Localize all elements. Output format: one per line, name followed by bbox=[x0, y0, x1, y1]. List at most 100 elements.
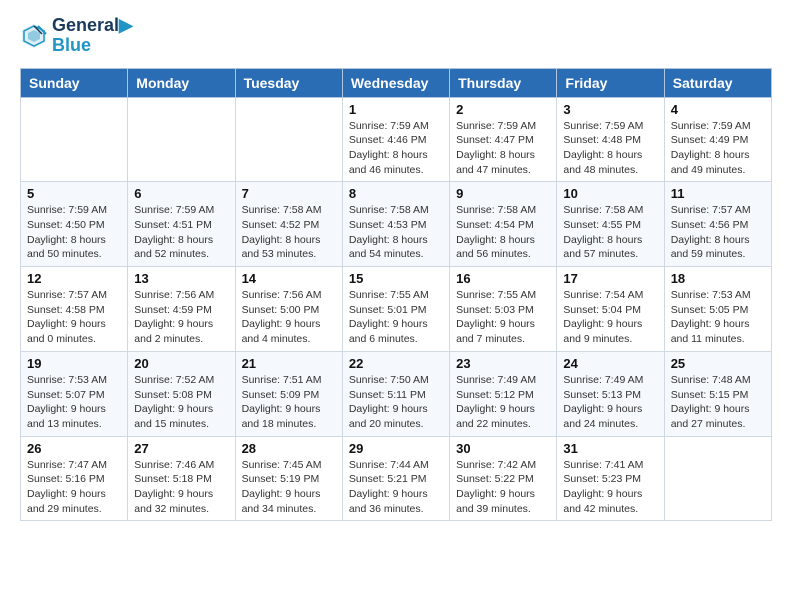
day-info: Sunrise: 7:41 AM Sunset: 5:23 PM Dayligh… bbox=[563, 458, 657, 517]
day-info: Sunrise: 7:47 AM Sunset: 5:16 PM Dayligh… bbox=[27, 458, 121, 517]
day-number: 25 bbox=[671, 356, 765, 371]
day-info: Sunrise: 7:56 AM Sunset: 5:00 PM Dayligh… bbox=[242, 288, 336, 347]
day-info: Sunrise: 7:53 AM Sunset: 5:07 PM Dayligh… bbox=[27, 373, 121, 432]
calendar-week-2: 5 Sunrise: 7:59 AM Sunset: 4:50 PM Daylig… bbox=[21, 182, 772, 267]
calendar-cell: 31 Sunrise: 7:41 AM Sunset: 5:23 PM Dayli… bbox=[557, 436, 664, 521]
weekday-header-row: SundayMondayTuesdayWednesdayThursdayFrid… bbox=[21, 68, 772, 97]
day-number: 3 bbox=[563, 102, 657, 117]
day-number: 24 bbox=[563, 356, 657, 371]
calendar-week-4: 19Sunrise: 7:53 AM Sunset: 5:07 PM Dayli… bbox=[21, 351, 772, 436]
day-number: 30 bbox=[456, 441, 550, 456]
day-info: Sunrise: 7:59 AM Sunset: 4:48 PM Dayligh… bbox=[563, 119, 657, 178]
day-number: 29 bbox=[349, 441, 443, 456]
logo-icon bbox=[20, 22, 48, 50]
day-info: Sunrise: 7:51 AM Sunset: 5:09 PM Dayligh… bbox=[242, 373, 336, 432]
day-info: Sunrise: 7:59 AM Sunset: 4:49 PM Dayligh… bbox=[671, 119, 765, 178]
calendar-cell: 12 Sunrise: 7:57 AM Sunset: 4:58 PM Dayli… bbox=[21, 267, 128, 352]
day-info: Sunrise: 7:48 AM Sunset: 5:15 PM Dayligh… bbox=[671, 373, 765, 432]
calendar-cell bbox=[128, 97, 235, 182]
calendar-week-1: 1 Sunrise: 7:59 AM Sunset: 4:46 PM Daylig… bbox=[21, 97, 772, 182]
calendar-cell: 14 Sunrise: 7:56 AM Sunset: 5:00 PM Dayli… bbox=[235, 267, 342, 352]
day-number: 6 bbox=[134, 186, 228, 201]
calendar-cell: 29 Sunrise: 7:44 AM Sunset: 5:21 PM Dayli… bbox=[342, 436, 449, 521]
calendar-cell: 18 Sunrise: 7:53 AM Sunset: 5:05 PM Dayli… bbox=[664, 267, 771, 352]
day-number: 26 bbox=[27, 441, 121, 456]
calendar-cell: 6 Sunrise: 7:59 AM Sunset: 4:51 PM Daylig… bbox=[128, 182, 235, 267]
weekday-header-tuesday: Tuesday bbox=[235, 68, 342, 97]
calendar-cell bbox=[235, 97, 342, 182]
day-number: 5 bbox=[27, 186, 121, 201]
day-info: Sunrise: 7:53 AM Sunset: 5:05 PM Dayligh… bbox=[671, 288, 765, 347]
day-number: 20 bbox=[134, 356, 228, 371]
day-number: 17 bbox=[563, 271, 657, 286]
calendar-cell: 25 Sunrise: 7:48 AM Sunset: 5:15 PM Dayli… bbox=[664, 351, 771, 436]
day-info: Sunrise: 7:49 AM Sunset: 5:13 PM Dayligh… bbox=[563, 373, 657, 432]
day-number: 10 bbox=[563, 186, 657, 201]
weekday-header-wednesday: Wednesday bbox=[342, 68, 449, 97]
day-number: 16 bbox=[456, 271, 550, 286]
day-info: Sunrise: 7:54 AM Sunset: 5:04 PM Dayligh… bbox=[563, 288, 657, 347]
day-number: 13 bbox=[134, 271, 228, 286]
calendar-cell: 26 Sunrise: 7:47 AM Sunset: 5:16 PM Dayli… bbox=[21, 436, 128, 521]
calendar-cell: 30 Sunrise: 7:42 AM Sunset: 5:22 PM Dayli… bbox=[450, 436, 557, 521]
calendar-cell: 9Sunrise: 7:58 AM Sunset: 4:54 PM Daylig… bbox=[450, 182, 557, 267]
day-number: 11 bbox=[671, 186, 765, 201]
calendar-cell: 5 Sunrise: 7:59 AM Sunset: 4:50 PM Daylig… bbox=[21, 182, 128, 267]
day-info: Sunrise: 7:59 AM Sunset: 4:50 PM Dayligh… bbox=[27, 203, 121, 262]
weekday-header-saturday: Saturday bbox=[664, 68, 771, 97]
calendar-cell: 3 Sunrise: 7:59 AM Sunset: 4:48 PM Daylig… bbox=[557, 97, 664, 182]
calendar-cell: 24 Sunrise: 7:49 AM Sunset: 5:13 PM Dayli… bbox=[557, 351, 664, 436]
day-info: Sunrise: 7:42 AM Sunset: 5:22 PM Dayligh… bbox=[456, 458, 550, 517]
calendar-cell: 21 Sunrise: 7:51 AM Sunset: 5:09 PM Dayli… bbox=[235, 351, 342, 436]
day-number: 21 bbox=[242, 356, 336, 371]
calendar-cell bbox=[21, 97, 128, 182]
day-info: Sunrise: 7:55 AM Sunset: 5:03 PM Dayligh… bbox=[456, 288, 550, 347]
day-info: Sunrise: 7:57 AM Sunset: 4:58 PM Dayligh… bbox=[27, 288, 121, 347]
calendar-cell: 22 Sunrise: 7:50 AM Sunset: 5:11 PM Dayli… bbox=[342, 351, 449, 436]
day-info: Sunrise: 7:56 AM Sunset: 4:59 PM Dayligh… bbox=[134, 288, 228, 347]
day-info: Sunrise: 7:59 AM Sunset: 4:47 PM Dayligh… bbox=[456, 119, 550, 178]
day-number: 23 bbox=[456, 356, 550, 371]
day-number: 14 bbox=[242, 271, 336, 286]
day-info: Sunrise: 7:58 AM Sunset: 4:53 PM Dayligh… bbox=[349, 203, 443, 262]
day-number: 27 bbox=[134, 441, 228, 456]
day-info: Sunrise: 7:50 AM Sunset: 5:11 PM Dayligh… bbox=[349, 373, 443, 432]
day-number: 8 bbox=[349, 186, 443, 201]
day-info: Sunrise: 7:55 AM Sunset: 5:01 PM Dayligh… bbox=[349, 288, 443, 347]
calendar-cell: 7Sunrise: 7:58 AM Sunset: 4:52 PM Daylig… bbox=[235, 182, 342, 267]
day-number: 9 bbox=[456, 186, 550, 201]
calendar-week-5: 26 Sunrise: 7:47 AM Sunset: 5:16 PM Dayli… bbox=[21, 436, 772, 521]
day-number: 4 bbox=[671, 102, 765, 117]
logo: General▶ Blue bbox=[20, 16, 133, 56]
day-number: 31 bbox=[563, 441, 657, 456]
calendar-cell: 23 Sunrise: 7:49 AM Sunset: 5:12 PM Dayli… bbox=[450, 351, 557, 436]
day-info: Sunrise: 7:49 AM Sunset: 5:12 PM Dayligh… bbox=[456, 373, 550, 432]
day-number: 12 bbox=[27, 271, 121, 286]
day-info: Sunrise: 7:52 AM Sunset: 5:08 PM Dayligh… bbox=[134, 373, 228, 432]
day-number: 15 bbox=[349, 271, 443, 286]
calendar-cell: 13 Sunrise: 7:56 AM Sunset: 4:59 PM Dayli… bbox=[128, 267, 235, 352]
day-number: 18 bbox=[671, 271, 765, 286]
calendar-cell: 11Sunrise: 7:57 AM Sunset: 4:56 PM Dayli… bbox=[664, 182, 771, 267]
calendar-cell: 2 Sunrise: 7:59 AM Sunset: 4:47 PM Daylig… bbox=[450, 97, 557, 182]
calendar-week-3: 12 Sunrise: 7:57 AM Sunset: 4:58 PM Dayli… bbox=[21, 267, 772, 352]
day-number: 1 bbox=[349, 102, 443, 117]
day-number: 22 bbox=[349, 356, 443, 371]
weekday-header-thursday: Thursday bbox=[450, 68, 557, 97]
weekday-header-friday: Friday bbox=[557, 68, 664, 97]
day-info: Sunrise: 7:59 AM Sunset: 4:51 PM Dayligh… bbox=[134, 203, 228, 262]
calendar-cell: 27Sunrise: 7:46 AM Sunset: 5:18 PM Dayli… bbox=[128, 436, 235, 521]
weekday-header-monday: Monday bbox=[128, 68, 235, 97]
day-info: Sunrise: 7:59 AM Sunset: 4:46 PM Dayligh… bbox=[349, 119, 443, 178]
calendar-table: SundayMondayTuesdayWednesdayThursdayFrid… bbox=[20, 68, 772, 522]
weekday-header-sunday: Sunday bbox=[21, 68, 128, 97]
logo-text: General▶ Blue bbox=[52, 16, 133, 56]
calendar-cell: 20 Sunrise: 7:52 AM Sunset: 5:08 PM Dayli… bbox=[128, 351, 235, 436]
day-info: Sunrise: 7:58 AM Sunset: 4:55 PM Dayligh… bbox=[563, 203, 657, 262]
calendar-cell: 19Sunrise: 7:53 AM Sunset: 5:07 PM Dayli… bbox=[21, 351, 128, 436]
page-container: General▶ Blue SundayMondayTuesdayWednesd… bbox=[0, 0, 792, 537]
calendar-cell: 15 Sunrise: 7:55 AM Sunset: 5:01 PM Dayli… bbox=[342, 267, 449, 352]
day-number: 2 bbox=[456, 102, 550, 117]
day-number: 7 bbox=[242, 186, 336, 201]
day-info: Sunrise: 7:44 AM Sunset: 5:21 PM Dayligh… bbox=[349, 458, 443, 517]
